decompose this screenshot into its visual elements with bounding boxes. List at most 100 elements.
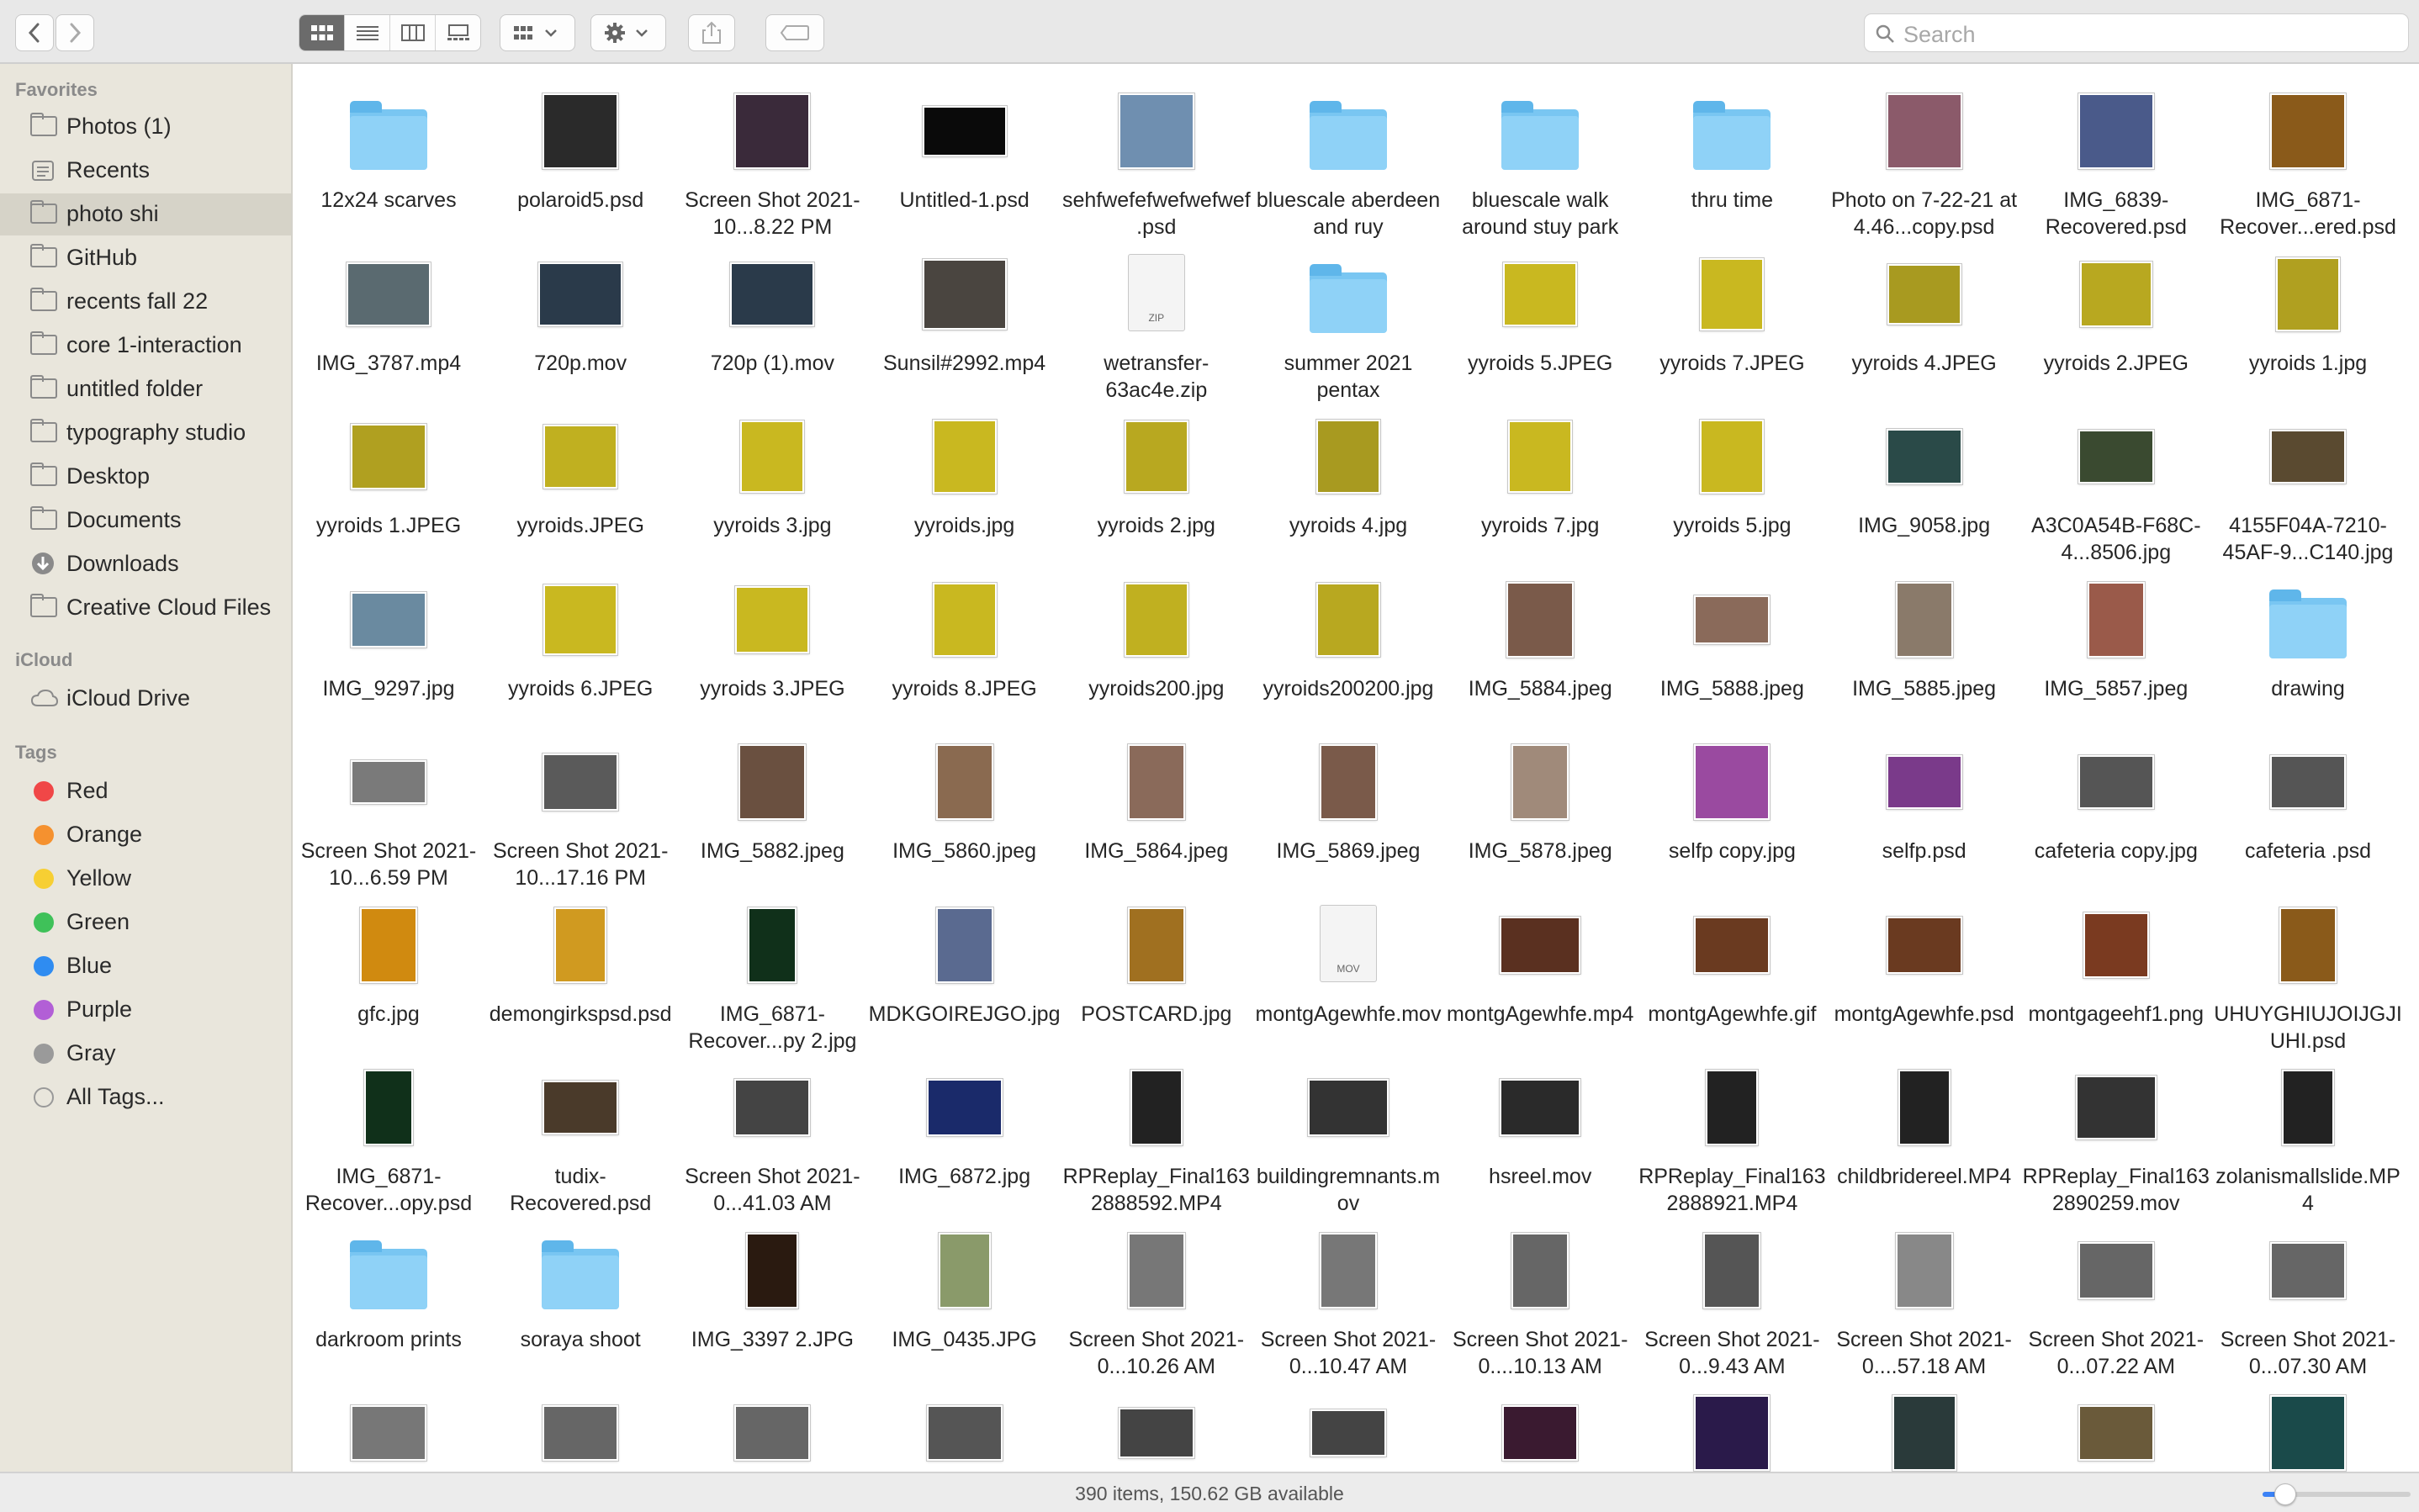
sidebar-item-core-1-interaction[interactable]: core 1-interaction xyxy=(0,325,291,367)
file-item[interactable]: yyroids.jpg xyxy=(869,408,1061,568)
tags-button[interactable] xyxy=(765,14,824,51)
file-item[interactable]: Photo on 7-22-21 at 4.46...copy.psd xyxy=(1829,82,2020,242)
file-item[interactable]: Untitled-1.psd xyxy=(869,82,1061,242)
search-field[interactable]: Search xyxy=(1864,13,2409,52)
file-item[interactable] xyxy=(1444,1384,1636,1472)
folder-item[interactable]: drawing xyxy=(2212,571,2404,731)
file-item[interactable]: IMG_5878.jpeg xyxy=(1444,733,1636,893)
file-item[interactable]: cafeteria .psd xyxy=(2212,733,2404,893)
column-view-button[interactable] xyxy=(390,15,436,50)
file-item[interactable]: IMG_5857.jpeg xyxy=(2020,571,2212,731)
list-view-button[interactable] xyxy=(345,15,390,50)
file-item[interactable]: IMG_3787.mp4 xyxy=(293,246,484,405)
sidebar-tag-yellow[interactable]: Yellow xyxy=(0,858,291,900)
file-item[interactable]: yyroids 7.JPEG xyxy=(1636,246,1828,405)
file-item[interactable]: IMG_0435.JPG xyxy=(869,1222,1061,1382)
file-item[interactable] xyxy=(293,1384,484,1472)
file-item[interactable]: Screen Shot 2021-10...8.22 PM xyxy=(676,82,868,242)
file-item[interactable]: IMG_6871-Recover...py 2.jpg xyxy=(676,896,868,1056)
file-item[interactable]: sehfwefefwefwefwef.psd xyxy=(1061,82,1252,242)
file-item[interactable]: Screen Shot 2021-10...6.59 PM xyxy=(293,733,484,893)
file-item[interactable]: Screen Shot 2021-0...07.22 AM xyxy=(2020,1222,2212,1382)
share-button[interactable] xyxy=(688,14,735,51)
sidebar-item-untitled-folder[interactable]: untitled folder xyxy=(0,368,291,410)
file-item[interactable] xyxy=(1829,1384,2020,1472)
file-item[interactable]: Screen Shot 2021-0...07.30 AM xyxy=(2212,1222,2404,1382)
file-item[interactable]: Screen Shot 2021-0...10.26 AM xyxy=(1061,1222,1252,1382)
forward-button[interactable] xyxy=(56,14,94,51)
file-item[interactable]: Screen Shot 2021-0...10.47 AM xyxy=(1252,1222,1444,1382)
sidebar-item-downloads[interactable]: Downloads xyxy=(0,543,291,585)
file-item[interactable]: RPReplay_Final1632888921.MP4 xyxy=(1636,1059,1828,1219)
sidebar-tag-red[interactable]: Red xyxy=(0,770,291,812)
sidebar-item-recents[interactable]: Recents xyxy=(0,150,291,192)
sidebar-tag-gray[interactable]: Gray xyxy=(0,1033,291,1075)
icon-view-button[interactable] xyxy=(299,15,345,50)
file-item[interactable]: yyroids 4.jpg xyxy=(1252,408,1444,568)
sidebar-tag-green[interactable]: Green xyxy=(0,901,291,944)
folder-item[interactable]: darkroom prints xyxy=(293,1222,484,1382)
file-item[interactable]: childbridereel.MP4 xyxy=(1829,1059,2020,1219)
sidebar-item-photo-shi[interactable]: photo shi xyxy=(0,193,291,235)
sidebar-tag-orange[interactable]: Orange xyxy=(0,814,291,856)
file-item[interactable]: demongirkspsd.psd xyxy=(484,896,676,1056)
file-item[interactable]: Screen Shot 2021-0...41.03 AM xyxy=(676,1059,868,1219)
sidebar-item-desktop[interactable]: Desktop xyxy=(0,456,291,498)
file-item[interactable]: IMG_5869.jpeg xyxy=(1252,733,1444,893)
file-item[interactable]: yyroids 1.jpg xyxy=(2212,246,2404,405)
folder-item[interactable]: bluescale aberdeen and ruy xyxy=(1252,82,1444,242)
sidebar-item-typography-studio[interactable]: typography studio xyxy=(0,412,291,454)
file-item[interactable]: IMG_5888.jpeg xyxy=(1636,571,1828,731)
file-item[interactable]: IMG_6839-Recovered.psd xyxy=(2020,82,2212,242)
file-item[interactable]: MOV montgAgewhfe.mov xyxy=(1252,896,1444,1056)
back-button[interactable] xyxy=(15,14,54,51)
file-item[interactable]: IMG_5882.jpeg xyxy=(676,733,868,893)
file-item[interactable]: RPReplay_Final1632890259.mov xyxy=(2020,1059,2212,1219)
file-item[interactable]: zolanismallslide.MP4 xyxy=(2212,1059,2404,1219)
file-item[interactable]: montgAgewhfe.psd xyxy=(1829,896,2020,1056)
sidebar-item-documents[interactable]: Documents xyxy=(0,500,291,542)
file-item[interactable] xyxy=(1061,1384,1252,1472)
file-item[interactable] xyxy=(869,1384,1061,1472)
sidebar-tag-blue[interactable]: Blue xyxy=(0,945,291,987)
file-item[interactable]: cafeteria copy.jpg xyxy=(2020,733,2212,893)
sidebar-item-recents-fall-22[interactable]: recents fall 22 xyxy=(0,281,291,323)
file-item[interactable]: montgAgewhfe.gif xyxy=(1636,896,1828,1056)
file-item[interactable]: IMG_9297.jpg xyxy=(293,571,484,731)
file-item[interactable]: IMG_6872.jpg xyxy=(869,1059,1061,1219)
file-item[interactable]: buildingremnants.mov xyxy=(1252,1059,1444,1219)
file-item[interactable]: yyroids 4.JPEG xyxy=(1829,246,2020,405)
file-item[interactable]: yyroids 8.JPEG xyxy=(869,571,1061,731)
file-item[interactable]: RPReplay_Final1632888592.MP4 xyxy=(1061,1059,1252,1219)
folder-item[interactable]: 12x24 scarves xyxy=(293,82,484,242)
file-item[interactable]: yyroids 1.JPEG xyxy=(293,408,484,568)
file-item[interactable]: IMG_6871-Recover...opy.psd xyxy=(293,1059,484,1219)
folder-item[interactable]: soraya shoot xyxy=(484,1222,676,1382)
sidebar-item-photos-1[interactable]: Photos (1) xyxy=(0,106,291,148)
file-item[interactable]: selfp.psd xyxy=(1829,733,2020,893)
file-item[interactable]: montgAgewhfe.mp4 xyxy=(1444,896,1636,1056)
file-item[interactable]: 4155F04A-7210-45AF-9...C140.jpg xyxy=(2212,408,2404,568)
file-item[interactable] xyxy=(1252,1384,1444,1472)
file-item[interactable]: UHUYGHIUJOIJGJIUHI.psd xyxy=(2212,896,2404,1056)
file-item[interactable]: Screen Shot 2021-0....10.13 AM xyxy=(1444,1222,1636,1382)
file-item[interactable]: yyroids 7.jpg xyxy=(1444,408,1636,568)
gallery-view-button[interactable] xyxy=(436,15,480,50)
file-item[interactable] xyxy=(2020,1384,2212,1472)
folder-item[interactable]: thru time xyxy=(1636,82,1828,242)
icon-size-slider[interactable] xyxy=(2263,1483,2411,1505)
file-item[interactable]: ZIP wetransfer-63ac4e.zip xyxy=(1061,246,1252,405)
file-item[interactable]: Screen Shot 2021-0....57.18 AM xyxy=(1829,1222,2020,1382)
file-item[interactable]: yyroids200200.jpg xyxy=(1252,571,1444,731)
file-item[interactable]: yyroids 3.JPEG xyxy=(676,571,868,731)
file-item[interactable]: yyroids 2.JPEG xyxy=(2020,246,2212,405)
file-item[interactable]: montgageehf1.png xyxy=(2020,896,2212,1056)
file-item[interactable]: IMG_6871-Recover...ered.psd xyxy=(2212,82,2404,242)
file-item[interactable]: yyroids200.jpg xyxy=(1061,571,1252,731)
sidebar-item-github[interactable]: GitHub xyxy=(0,237,291,279)
file-item[interactable]: A3C0A54B-F68C-4...8506.jpg xyxy=(2020,408,2212,568)
file-item[interactable]: IMG_5864.jpeg xyxy=(1061,733,1252,893)
file-item[interactable]: gfc.jpg xyxy=(293,896,484,1056)
file-item[interactable]: hsreel.mov xyxy=(1444,1059,1636,1219)
file-item[interactable] xyxy=(676,1384,868,1472)
